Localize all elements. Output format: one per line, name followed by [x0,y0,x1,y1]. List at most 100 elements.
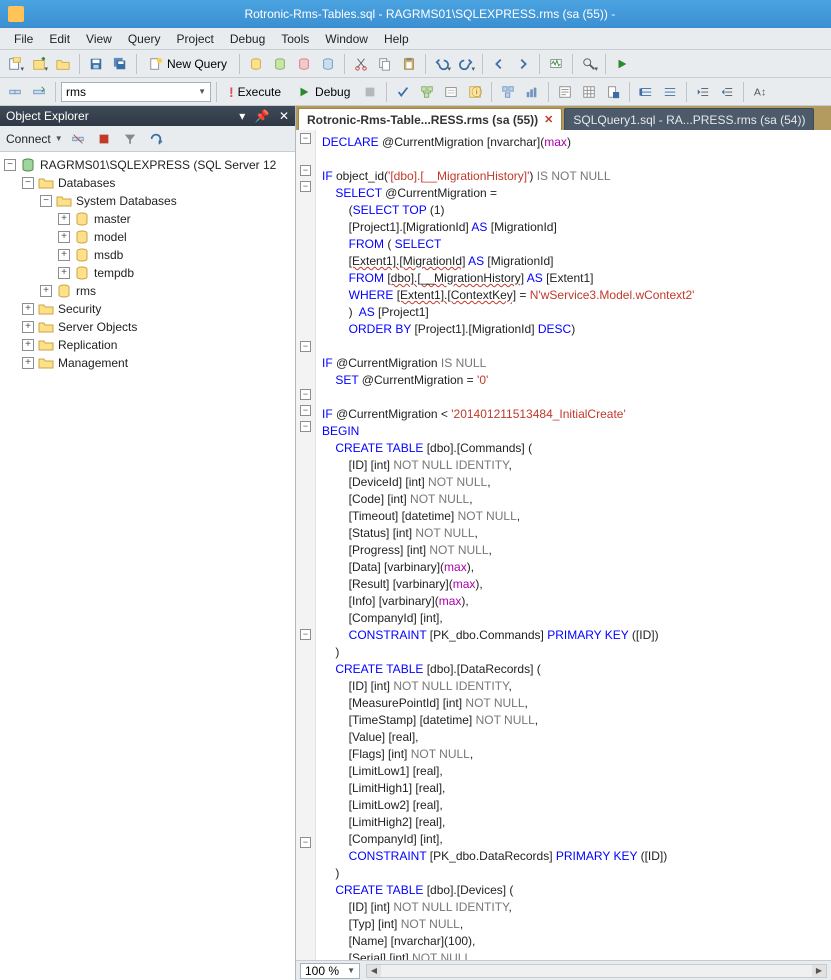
include-actual-plan-button[interactable] [497,81,519,103]
execute-button[interactable]: ! Execute [222,81,288,103]
estimated-plan-button[interactable] [416,81,438,103]
tree-node-rms[interactable]: + rms [0,282,295,300]
scroll-right-icon[interactable]: ▶ [812,965,826,977]
close-icon[interactable]: ✕ [279,109,289,123]
menu-view[interactable]: View [78,30,120,48]
tree-node-security[interactable]: + Security [0,300,295,318]
specify-template-values-button[interactable]: A↕ [749,81,771,103]
tree-node-system-databases[interactable]: − System Databases [0,192,295,210]
fold-icon[interactable]: − [300,165,311,176]
fold-icon[interactable]: − [300,421,311,432]
collapse-icon[interactable]: − [22,177,34,189]
connect-button[interactable] [4,81,26,103]
menu-help[interactable]: Help [376,30,417,48]
disconnect-button[interactable] [67,128,89,150]
object-explorer-tree[interactable]: − RAGRMS01\SQLEXPRESS (SQL Server 12 − D… [0,152,295,980]
results-to-grid-button[interactable] [578,81,600,103]
new-project-button[interactable] [4,53,26,75]
zoom-combo[interactable]: 100 % ▼ [300,963,360,979]
open-button[interactable] [52,53,74,75]
tree-node-server[interactable]: − RAGRMS01\SQLEXPRESS (SQL Server 12 [0,156,295,174]
tab-active[interactable]: Rotronic-Rms-Table...RESS.rms (sa (55)) … [298,108,562,130]
uncomment-button[interactable] [659,81,681,103]
collapse-icon[interactable]: − [4,159,16,171]
add-item-button[interactable] [28,53,50,75]
tree-node-model[interactable]: + model [0,228,295,246]
refresh-button[interactable] [145,128,167,150]
dropdown-position-icon[interactable]: ▾ [239,109,245,123]
tree-node-tempdb[interactable]: + tempdb [0,264,295,282]
xmla-query-icon[interactable] [317,53,339,75]
activity-monitor-button[interactable] [545,53,567,75]
expand-icon[interactable]: + [58,249,70,261]
expand-icon[interactable]: + [58,267,70,279]
tree-node-server-objects[interactable]: + Server Objects [0,318,295,336]
expand-icon[interactable]: + [22,357,34,369]
code-text[interactable]: DECLARE @CurrentMigration [nvarchar](max… [316,130,831,960]
fold-icon[interactable]: − [300,405,311,416]
start-button[interactable] [611,53,633,75]
menu-edit[interactable]: Edit [41,30,78,48]
menu-file[interactable]: File [6,30,41,48]
tab-inactive[interactable]: SQLQuery1.sql - RA...PRESS.rms (sa (54)) [564,108,814,130]
fold-icon[interactable]: − [300,837,311,848]
save-all-button[interactable] [109,53,131,75]
menu-window[interactable]: Window [317,30,376,48]
menu-project[interactable]: Project [169,30,222,48]
expand-icon[interactable]: + [22,339,34,351]
expand-icon[interactable]: + [22,303,34,315]
save-button[interactable] [85,53,107,75]
tree-node-master[interactable]: + master [0,210,295,228]
results-to-file-button[interactable] [602,81,624,103]
pin-icon[interactable]: 📌 [255,109,270,123]
results-to-text-button[interactable] [554,81,576,103]
horizontal-scrollbar[interactable]: ◀ ▶ [366,964,827,978]
database-combo[interactable]: rms ▼ [61,82,211,102]
decrease-indent-button[interactable] [692,81,714,103]
increase-indent-button[interactable] [716,81,738,103]
redo-button[interactable] [455,53,477,75]
find-button[interactable] [578,53,600,75]
tree-node-databases[interactable]: − Databases [0,174,295,192]
query-options-button[interactable] [440,81,462,103]
tree-node-msdb[interactable]: + msdb [0,246,295,264]
fold-icon[interactable]: − [300,341,311,352]
mdx-query-icon[interactable] [269,53,291,75]
dmx-query-icon[interactable] [293,53,315,75]
tree-node-management[interactable]: + Management [0,354,295,372]
copy-button[interactable] [374,53,396,75]
paste-button[interactable] [398,53,420,75]
include-statistics-button[interactable] [521,81,543,103]
change-connection-button[interactable] [28,81,50,103]
fold-icon[interactable]: − [300,629,311,640]
debug-button[interactable]: Debug [290,81,357,103]
filter-button[interactable] [119,128,141,150]
menu-tools[interactable]: Tools [273,30,317,48]
fold-icon[interactable]: − [300,389,311,400]
nav-back-button[interactable] [488,53,510,75]
parse-button[interactable] [392,81,414,103]
expand-icon[interactable]: + [58,231,70,243]
code-editor[interactable]: − − − − − − − − − DECLARE @CurrentMigrat… [296,130,831,960]
expand-icon[interactable]: + [40,285,52,297]
expand-icon[interactable]: + [22,321,34,333]
fold-icon[interactable]: − [300,181,311,192]
intellisense-button[interactable]: ⓘ [464,81,486,103]
cut-button[interactable] [350,53,372,75]
cancel-query-button[interactable] [359,81,381,103]
fold-icon[interactable]: − [300,133,311,144]
menu-query[interactable]: Query [120,30,169,48]
collapse-icon[interactable]: − [40,195,52,207]
comment-button[interactable] [635,81,657,103]
chevron-down-icon[interactable]: ▼ [55,134,63,143]
scroll-left-icon[interactable]: ◀ [367,965,381,977]
nav-forward-button[interactable] [512,53,534,75]
expand-icon[interactable]: + [58,213,70,225]
menu-debug[interactable]: Debug [222,30,273,48]
undo-button[interactable] [431,53,453,75]
stop-button[interactable] [93,128,115,150]
close-icon[interactable]: ✕ [544,113,553,126]
connect-label[interactable]: Connect [4,132,53,146]
new-query-button[interactable]: New Query [142,53,234,75]
tree-node-replication[interactable]: + Replication [0,336,295,354]
